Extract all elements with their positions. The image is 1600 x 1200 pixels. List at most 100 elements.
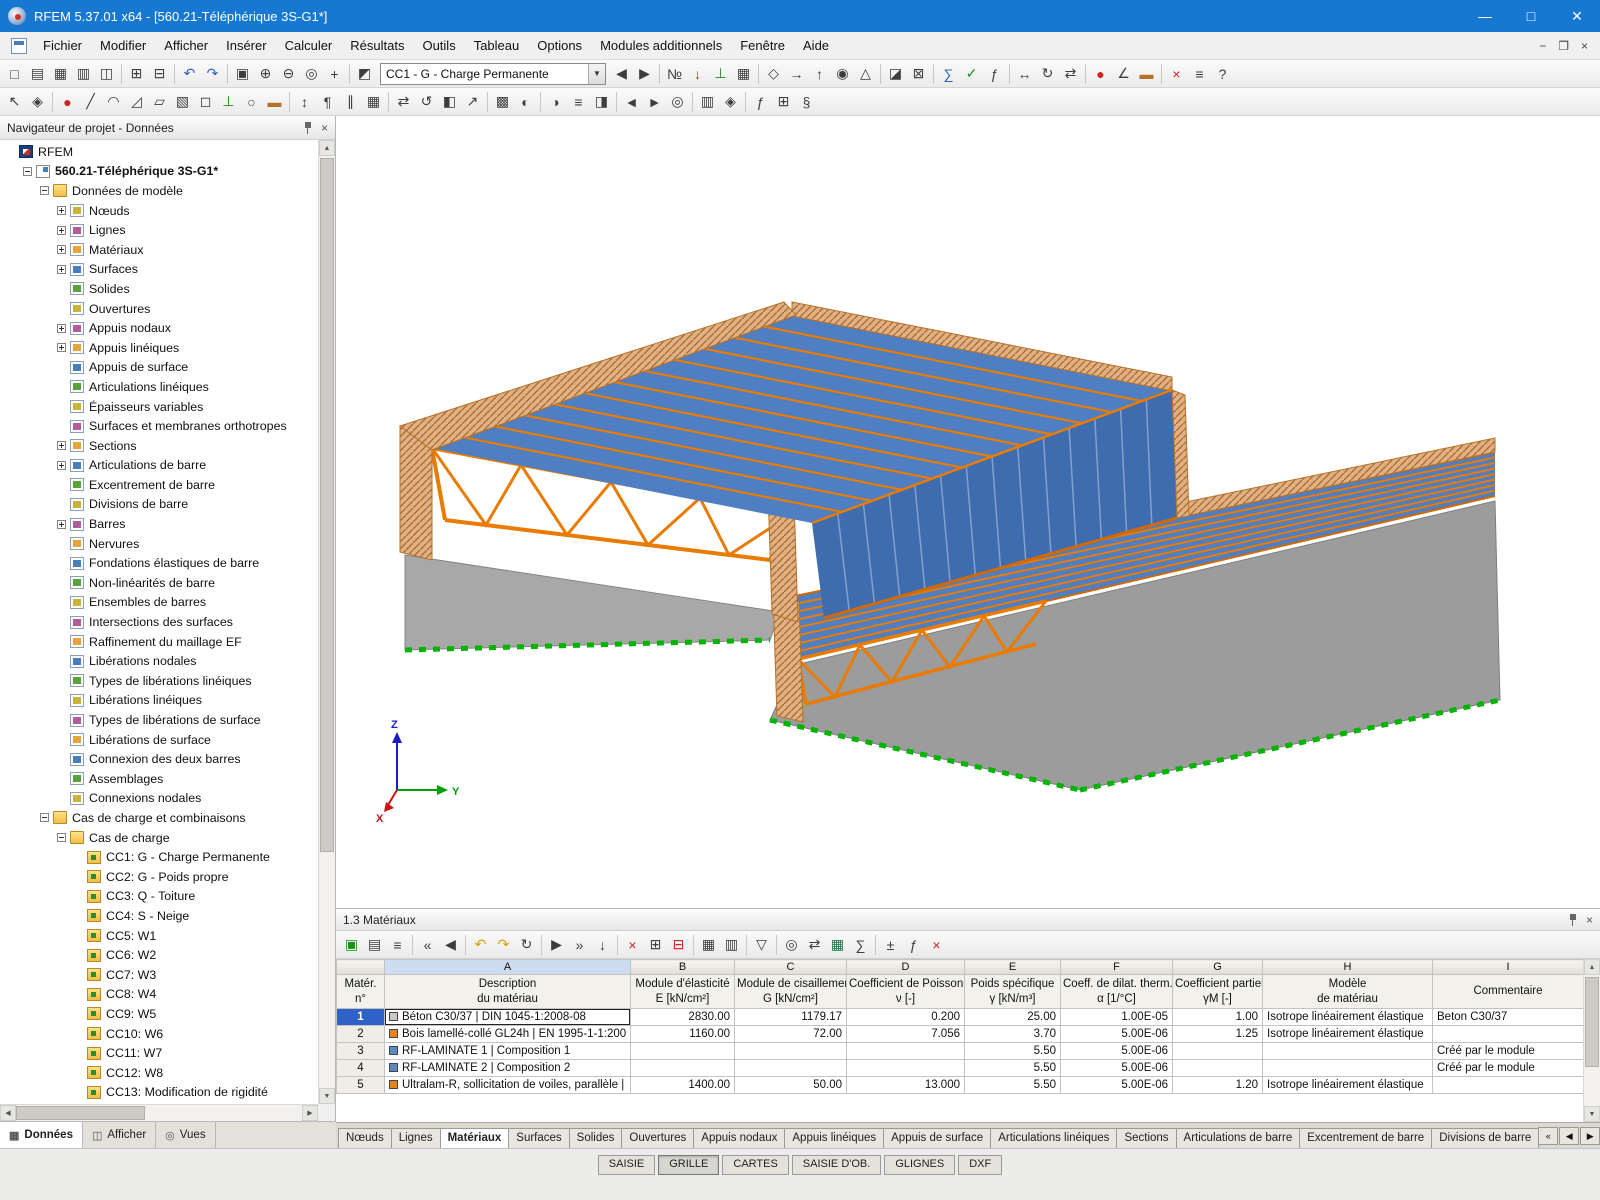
text-note-icon[interactable]: ¶: [316, 90, 339, 113]
rotate-icon[interactable]: ↻: [1036, 62, 1059, 85]
status-toggle-saisie-d-ob[interactable]: SAISIE D'OB.: [792, 1155, 882, 1175]
collapse-icon[interactable]: [57, 833, 66, 842]
table-tab-sections[interactable]: Sections: [1116, 1128, 1176, 1148]
tree-item-connexion-des-deux-barres[interactable]: Connexion des deux barres: [0, 749, 318, 769]
tree-item-surfaces[interactable]: Surfaces: [0, 260, 318, 280]
open-file-icon[interactable]: ▤: [26, 62, 49, 85]
mdi-close-button[interactable]: ×: [1581, 39, 1588, 53]
visibility-icon[interactable]: ◑: [544, 90, 567, 113]
tables-icon[interactable]: ⊞: [772, 90, 795, 113]
calculate-icon[interactable]: ∑: [937, 62, 960, 85]
tree-item-surfaces-et-membranes-orthotropes[interactable]: Surfaces et membranes orthotropes: [0, 416, 318, 436]
tree-item-cc8-w4[interactable]: CC8: W4: [0, 985, 318, 1005]
scrollbar-thumb[interactable]: [1585, 977, 1599, 1067]
isometric-view-icon[interactable]: ◇: [762, 62, 785, 85]
cell-model-row3[interactable]: [1263, 1043, 1433, 1060]
cell-nu-row3[interactable]: [847, 1043, 965, 1060]
cell-gm-row4[interactable]: [1173, 1060, 1263, 1077]
cell-alpha-row2[interactable]: 5.00E-06: [1061, 1026, 1173, 1043]
column-letter-E[interactable]: E: [965, 960, 1061, 975]
delete-icon[interactable]: ×: [1165, 62, 1188, 85]
select-arrow-icon[interactable]: ↖: [3, 90, 26, 113]
status-toggle-saisie[interactable]: SAISIE: [598, 1155, 655, 1175]
cell-e-row5[interactable]: 1400.00: [631, 1077, 735, 1094]
cell-gamma-row5[interactable]: 5.50: [965, 1077, 1061, 1094]
tree-item-materiaux[interactable]: Matériaux: [0, 240, 318, 260]
jump-first-icon[interactable]: «: [416, 933, 439, 956]
load-case-combo[interactable]: CC1 - G - Charge Permanente ▼: [380, 63, 606, 85]
move-icon[interactable]: ↔: [1013, 62, 1036, 85]
print-icon[interactable]: ▥: [72, 62, 95, 85]
jump-prev-icon[interactable]: ◀: [439, 933, 462, 956]
navigator-horizontal-scrollbar[interactable]: ◀ ▶: [0, 1104, 318, 1121]
cell-comment-row3[interactable]: Créé par le module: [1433, 1043, 1584, 1060]
tree-item-cc12-w8[interactable]: CC12: W8: [0, 1063, 318, 1083]
row-number-cell[interactable]: 2: [337, 1026, 385, 1043]
view-x-icon[interactable]: →: [785, 62, 808, 85]
cell-comment-row2[interactable]: [1433, 1026, 1584, 1043]
menu-fichier[interactable]: Fichier: [34, 33, 91, 58]
expand-icon[interactable]: [57, 441, 66, 450]
expand-icon[interactable]: [57, 245, 66, 254]
cell-gamma-row3[interactable]: 5.50: [965, 1043, 1061, 1060]
cell-alpha-row3[interactable]: 5.00E-06: [1061, 1043, 1173, 1060]
cell-e-row4[interactable]: [631, 1060, 735, 1077]
cell-description-row3[interactable]: RF-LAMINATE 1 | Composition 1: [385, 1043, 631, 1060]
navigator-vertical-scrollbar[interactable]: ▲ ▼: [318, 140, 335, 1104]
column-letter-F[interactable]: F: [1061, 960, 1173, 975]
tree-item-sections[interactable]: Sections: [0, 436, 318, 456]
scroll-up-icon[interactable]: ▲: [1584, 959, 1600, 975]
next-view-icon[interactable]: ►: [643, 90, 666, 113]
redo-icon[interactable]: ↷: [201, 62, 224, 85]
tree-item-epaisseurs-variables[interactable]: Épaisseurs variables: [0, 397, 318, 417]
cell-nu-row1[interactable]: 0.200: [847, 1009, 965, 1026]
undo-table-icon[interactable]: ↶: [469, 933, 492, 956]
collapse-icon[interactable]: [23, 167, 32, 176]
scrollbar-thumb[interactable]: [320, 158, 334, 852]
rotate-object-icon[interactable]: ↺: [415, 90, 438, 113]
cut-row-icon[interactable]: ×: [621, 933, 644, 956]
previous-view-icon[interactable]: ◄: [620, 90, 643, 113]
mirror-object-icon[interactable]: ◧: [438, 90, 461, 113]
cell-gamma-row4[interactable]: 5.50: [965, 1060, 1061, 1077]
cell-model-row5[interactable]: Isotrope linéairement élastique: [1263, 1077, 1433, 1094]
menu-options[interactable]: Options: [528, 33, 591, 58]
clear-table-icon[interactable]: ×: [925, 933, 948, 956]
insert-node-icon[interactable]: ●: [56, 90, 79, 113]
menu-modifier[interactable]: Modifier: [91, 33, 155, 58]
cell-model-row4[interactable]: [1263, 1060, 1433, 1077]
tree-item-articulations-de-barre[interactable]: Articulations de barre: [0, 456, 318, 476]
cell-g-row1[interactable]: 1179.17: [735, 1009, 847, 1026]
column-letter-C[interactable]: C: [735, 960, 847, 975]
tree-item-560-21-telepherique-3s-g1[interactable]: 560.21-Téléphérique 3S-G1*: [0, 162, 318, 182]
filter-icon[interactable]: ▽: [750, 933, 773, 956]
scroll-up-icon[interactable]: ▲: [319, 140, 335, 156]
expand-icon[interactable]: [57, 461, 66, 470]
tree-item-cc9-w5[interactable]: CC9: W5: [0, 1004, 318, 1024]
tree-item-appu-is-nodaux[interactable]: Appu­is nodaux: [0, 318, 318, 338]
zoom-in-icon[interactable]: ⊕: [254, 62, 277, 85]
cell-gm-row5[interactable]: 1.20: [1173, 1077, 1263, 1094]
tree-item-n-uds[interactable]: Nœuds: [0, 201, 318, 221]
cell-description-row5[interactable]: Ultralam-R, sollicitation de voiles, par…: [385, 1077, 631, 1094]
next-load-case-icon[interactable]: ▶: [633, 62, 656, 85]
render-mode-icon[interactable]: ◩: [353, 62, 376, 85]
navigator-tab-vues[interactable]: ◎Vues: [156, 1122, 215, 1148]
check-model-icon[interactable]: ✓: [960, 62, 983, 85]
menu-resultats[interactable]: Résultats: [341, 33, 413, 58]
jump-last-icon[interactable]: »: [568, 933, 591, 956]
table-tab-articulations-de-barre[interactable]: Articulations de barre: [1176, 1128, 1301, 1148]
zoom-all-icon[interactable]: ◎: [300, 62, 323, 85]
numbering-icon[interactable]: №: [663, 62, 686, 85]
tree-item-articulations-lineiques[interactable]: Articulations linéiques: [0, 377, 318, 397]
export-excel-icon[interactable]: ▦: [826, 933, 849, 956]
menu-afficher[interactable]: Afficher: [155, 33, 217, 58]
table-tab-divisions-de-barre[interactable]: Divisions de barre: [1431, 1128, 1539, 1148]
insert-rib-icon[interactable]: ▬: [263, 90, 286, 113]
row-number-cell[interactable]: 5: [337, 1077, 385, 1094]
insert-row-icon[interactable]: ⊞: [644, 933, 667, 956]
print-table-icon[interactable]: ▥: [720, 933, 743, 956]
insert-polyline-icon[interactable]: ◿: [125, 90, 148, 113]
fill-down-icon[interactable]: ↓: [591, 933, 614, 956]
table-vertical-scrollbar[interactable]: ▲ ▼: [1583, 959, 1600, 1122]
